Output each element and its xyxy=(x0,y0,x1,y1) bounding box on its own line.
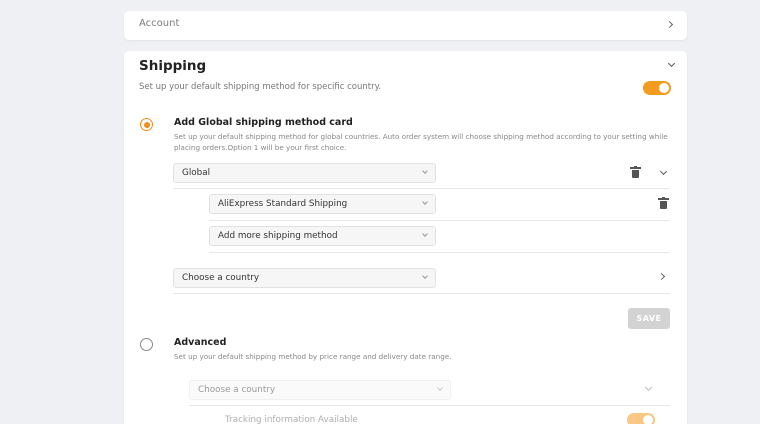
shipping-method-select[interactable]: AliExpress Standard Shipping xyxy=(209,194,436,214)
divider xyxy=(173,188,670,189)
account-section[interactable]: Account xyxy=(124,11,687,40)
advanced-country-value: Choose a country xyxy=(198,385,276,395)
chevron-down-icon[interactable] xyxy=(667,59,676,68)
dropdown-arrow-icon xyxy=(422,168,428,174)
shipping-subtitle: Set up your default shipping method for … xyxy=(139,82,382,92)
shipping-section: Shipping Set up your default shipping me… xyxy=(124,51,687,424)
toggle-knob xyxy=(643,415,653,424)
divider xyxy=(209,252,670,253)
dropdown-arrow-icon xyxy=(422,231,428,237)
country-select-value: Choose a country xyxy=(182,273,260,283)
dropdown-arrow-icon xyxy=(437,385,443,391)
tracking-toggle[interactable] xyxy=(627,413,655,424)
dropdown-arrow-icon xyxy=(422,273,428,279)
tracking-label: Tracking information Available xyxy=(225,415,358,424)
dropdown-arrow-icon xyxy=(422,199,428,205)
global-option-description: Set up your default shipping method for … xyxy=(174,132,668,152)
shipping-method-value: AliExpress Standard Shipping xyxy=(218,199,348,209)
advanced-country-select[interactable]: Choose a country xyxy=(189,380,451,400)
trash-icon[interactable] xyxy=(630,165,641,178)
advanced-option-radio[interactable] xyxy=(140,338,153,351)
global-option-radio[interactable] xyxy=(140,118,153,131)
region-select[interactable]: Global xyxy=(173,163,436,183)
chevron-down-icon[interactable] xyxy=(644,383,653,392)
divider xyxy=(209,220,670,221)
chevron-down-icon[interactable] xyxy=(659,167,668,176)
add-more-method-select[interactable]: Add more shipping method xyxy=(209,226,436,246)
trash-icon[interactable] xyxy=(658,196,669,209)
save-button[interactable]: SAVE xyxy=(628,308,670,329)
region-select-value: Global xyxy=(182,168,211,178)
divider xyxy=(189,405,670,406)
divider xyxy=(173,293,670,294)
global-option-title: Add Global shipping method card xyxy=(174,117,353,128)
shipping-enabled-toggle[interactable] xyxy=(643,81,671,95)
add-more-method-value: Add more shipping method xyxy=(218,231,338,241)
shipping-title: Shipping xyxy=(139,58,207,74)
chevron-right-icon[interactable] xyxy=(657,272,666,281)
country-select[interactable]: Choose a country xyxy=(173,268,436,288)
account-label: Account xyxy=(139,18,180,29)
advanced-option-description: Set up your default shipping method by p… xyxy=(174,352,452,361)
toggle-knob xyxy=(659,83,669,93)
advanced-option-title: Advanced xyxy=(174,337,227,348)
chevron-right-icon[interactable] xyxy=(665,20,674,29)
